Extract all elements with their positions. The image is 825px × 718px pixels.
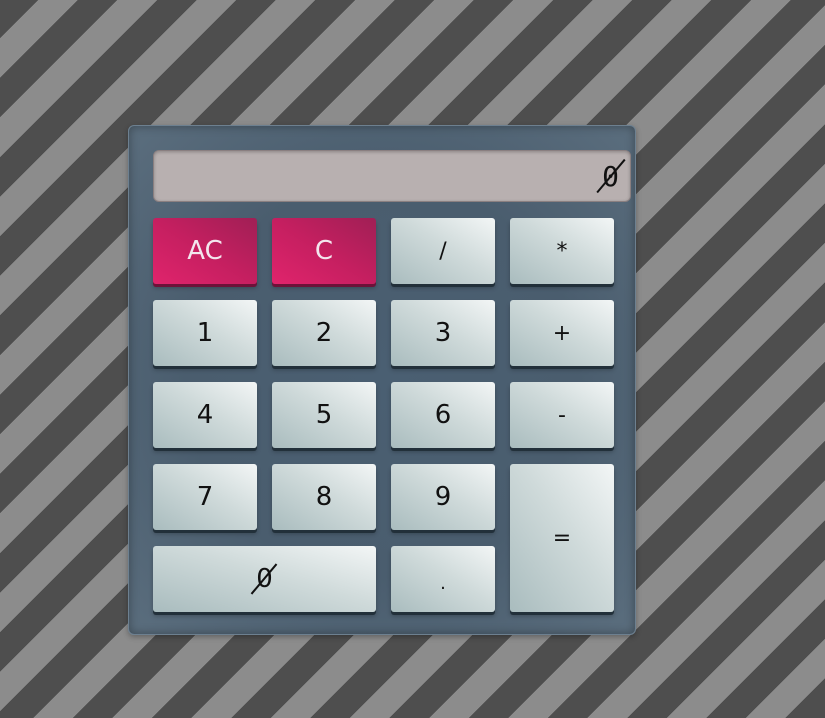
equals-button[interactable]: =	[510, 464, 614, 612]
digit-0-button[interactable]: 0	[153, 546, 376, 612]
digit-0-label: 0	[256, 564, 273, 594]
decimal-button[interactable]: .	[391, 546, 495, 612]
all-clear-button[interactable]: AC	[153, 218, 257, 284]
digit-1-button[interactable]: 1	[153, 300, 257, 366]
digit-3-button[interactable]: 3	[391, 300, 495, 366]
digit-6-button[interactable]: 6	[391, 382, 495, 448]
divide-button[interactable]: /	[391, 218, 495, 284]
digit-8-button[interactable]: 8	[272, 464, 376, 530]
add-button[interactable]: +	[510, 300, 614, 366]
digit-5-button[interactable]: 5	[272, 382, 376, 448]
digit-2-button[interactable]: 2	[272, 300, 376, 366]
digit-7-button[interactable]: 7	[153, 464, 257, 530]
multiply-button[interactable]: *	[510, 218, 614, 284]
display-value: 0	[602, 159, 620, 193]
calculator: 0 AC C / * 1 2 3 + 4 5 6 - 7 8 9 = 0 .	[128, 125, 636, 635]
digit-4-button[interactable]: 4	[153, 382, 257, 448]
display-screen: 0	[153, 150, 631, 202]
subtract-button[interactable]: -	[510, 382, 614, 448]
digit-9-button[interactable]: 9	[391, 464, 495, 530]
clear-button[interactable]: C	[272, 218, 376, 284]
